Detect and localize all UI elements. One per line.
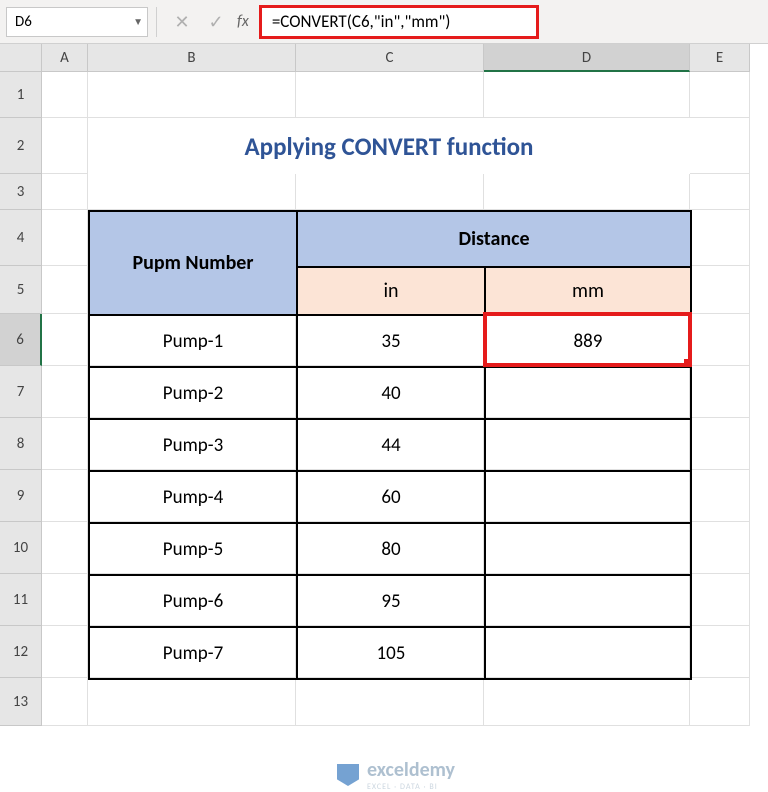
cell-mm-selected[interactable]: 889: [485, 315, 691, 367]
col-header-B[interactable]: B: [88, 44, 296, 72]
col-header-A[interactable]: A: [42, 44, 88, 72]
select-all-corner[interactable]: [0, 44, 42, 72]
cell-mm[interactable]: [485, 367, 691, 419]
row-header-7[interactable]: 7: [0, 366, 42, 418]
row-header-1[interactable]: 1: [0, 72, 42, 118]
cell-pump[interactable]: Pump-6: [89, 575, 297, 627]
watermark: exceldemy EXCEL · DATA · BI: [337, 758, 455, 792]
col-header-E[interactable]: E: [690, 44, 750, 72]
cell-mm[interactable]: [485, 575, 691, 627]
row-header-6[interactable]: 6: [0, 314, 42, 366]
cell-pump[interactable]: Pump-3: [89, 419, 297, 471]
formula-value: =CONVERT(C6,"in","mm"): [272, 11, 451, 32]
fx-icon[interactable]: fx: [237, 12, 249, 31]
cell-mm[interactable]: [485, 471, 691, 523]
formula-input[interactable]: =CONVERT(C6,"in","mm"): [259, 5, 539, 39]
brand-icon: [337, 764, 359, 786]
cell-in[interactable]: 105: [297, 627, 485, 679]
row-header-9[interactable]: 9: [0, 470, 42, 522]
cell-pump[interactable]: Pump-4: [89, 471, 297, 523]
cancel-icon[interactable]: ✕: [165, 7, 199, 37]
cells-area[interactable]: Applying CONVERT function Pupm Number Di…: [42, 72, 750, 726]
table-row: Pump-3 44: [89, 419, 691, 471]
table-row: Pump-6 95: [89, 575, 691, 627]
brand-tag: EXCEL · DATA · BI: [367, 782, 455, 792]
cell-pump[interactable]: Pump-7: [89, 627, 297, 679]
cell-mm[interactable]: [485, 523, 691, 575]
page-title: Applying CONVERT function: [88, 118, 690, 174]
cell-in[interactable]: 80: [297, 523, 485, 575]
row-header-4[interactable]: 4: [0, 210, 42, 266]
row-header-12[interactable]: 12: [0, 626, 42, 678]
table-row: Pump-1 35 889: [89, 315, 691, 367]
name-box[interactable]: D6 ▼: [6, 7, 148, 37]
formula-bar: D6 ▼ ✕ ✓ fx =CONVERT(C6,"in","mm"): [0, 0, 768, 44]
header-in: in: [297, 267, 485, 315]
row-header-2[interactable]: 2: [0, 118, 42, 174]
data-table: Pupm Number Distance in mm Pump-1 35 889…: [88, 210, 692, 680]
table-row: Pump-4 60: [89, 471, 691, 523]
header-mm: mm: [485, 267, 691, 315]
brand-name: exceldemy: [367, 758, 455, 782]
column-headers: A B C D E: [42, 44, 768, 72]
row-header-5[interactable]: 5: [0, 266, 42, 314]
row-header-11[interactable]: 11: [0, 574, 42, 626]
name-box-value: D6: [15, 13, 32, 31]
cell-pump[interactable]: Pump-2: [89, 367, 297, 419]
cell-in[interactable]: 44: [297, 419, 485, 471]
check-icon[interactable]: ✓: [199, 7, 233, 37]
col-header-D[interactable]: D: [484, 44, 690, 72]
row-header-10[interactable]: 10: [0, 522, 42, 574]
cell-pump[interactable]: Pump-1: [89, 315, 297, 367]
cell-pump[interactable]: Pump-5: [89, 523, 297, 575]
header-pump: Pupm Number: [89, 211, 297, 315]
table-row: Pump-2 40: [89, 367, 691, 419]
cell-mm[interactable]: [485, 627, 691, 679]
cell-in[interactable]: 40: [297, 367, 485, 419]
cell-in[interactable]: 95: [297, 575, 485, 627]
table-row: Pump-7 105: [89, 627, 691, 679]
cell-value: 889: [574, 330, 603, 353]
divider: [156, 7, 157, 37]
cell-mm[interactable]: [485, 419, 691, 471]
chevron-down-icon[interactable]: ▼: [133, 15, 143, 28]
table-row: Pump-5 80: [89, 523, 691, 575]
row-header-13[interactable]: 13: [0, 678, 42, 726]
row-headers: 1 2 3 4 5 6 7 8 9 10 11 12 13: [0, 72, 42, 726]
header-distance: Distance: [297, 211, 691, 267]
row-header-8[interactable]: 8: [0, 418, 42, 470]
col-header-C[interactable]: C: [296, 44, 484, 72]
cell-in[interactable]: 60: [297, 471, 485, 523]
row-header-3[interactable]: 3: [0, 174, 42, 210]
cell-in[interactable]: 35: [297, 315, 485, 367]
